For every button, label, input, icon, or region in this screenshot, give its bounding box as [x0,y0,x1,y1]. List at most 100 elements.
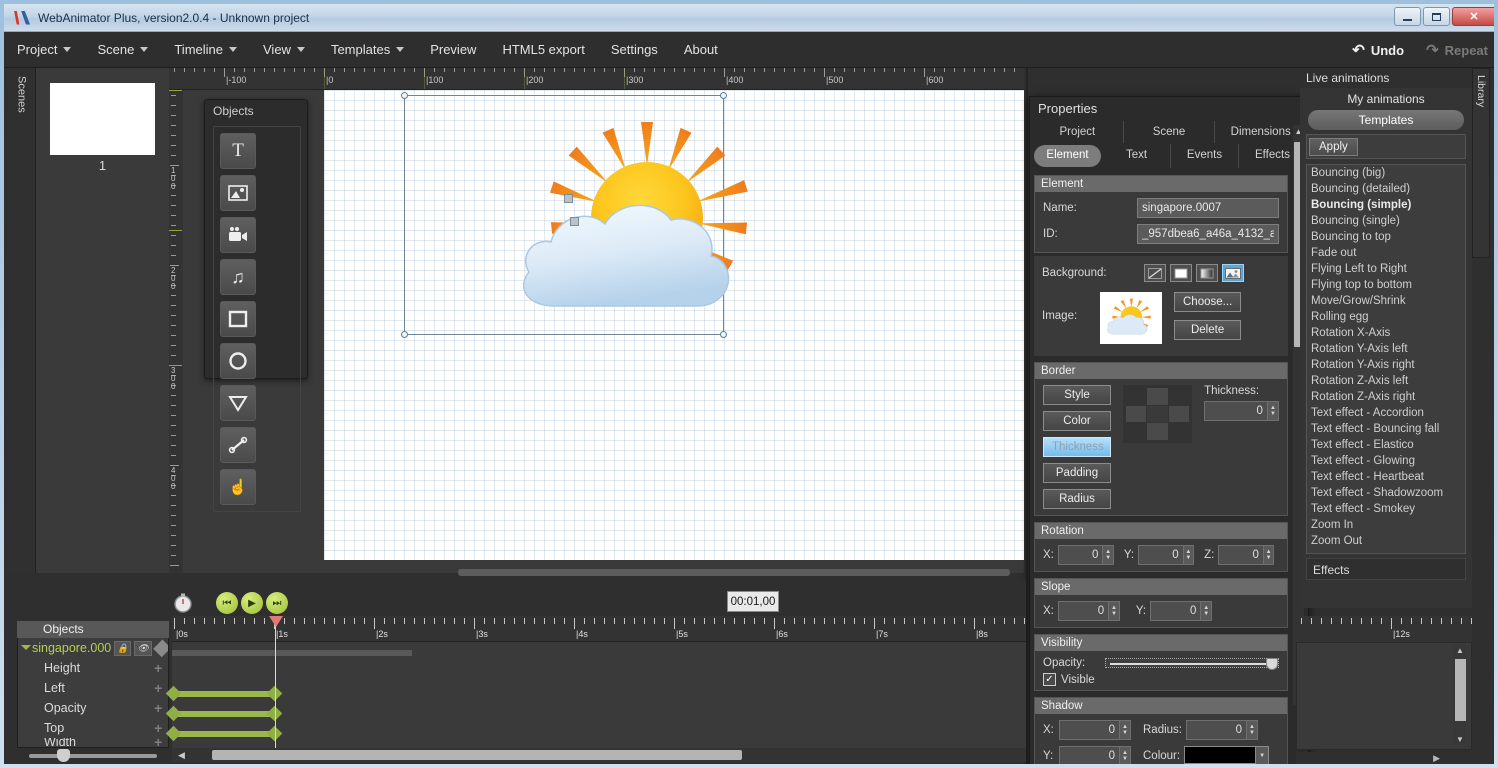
menu-html5-export[interactable]: HTML5 export [489,32,597,68]
animations-list[interactable]: Bouncing (big) Bouncing (detailed) Bouncin… [1306,164,1466,554]
scroll-up-icon[interactable]: ▲ [1456,646,1464,655]
delete-image-button[interactable]: Delete [1174,320,1242,340]
border-radius-button[interactable]: Radius [1043,489,1111,509]
thickness-input[interactable] [1205,402,1267,420]
animation-item[interactable]: Text effect - Elastico [1307,437,1465,453]
go-to-end-button[interactable]: ⏭ [266,592,288,614]
menu-preview[interactable]: Preview [417,32,489,68]
menu-settings[interactable]: Settings [598,32,671,68]
animation-item[interactable]: Bouncing to top [1307,229,1465,245]
audio-tool-button[interactable]: ♫ [220,259,256,295]
canvas-viewport[interactable] [183,90,1024,573]
animation-item[interactable]: Move/Grow/Shrink [1307,293,1465,309]
track-row-left[interactable]: Left + [18,678,168,698]
repeat-button[interactable]: ↷ Repeat [1426,41,1488,59]
maximize-button[interactable] [1423,7,1450,26]
add-keyframe-icon[interactable]: + [154,680,162,696]
add-keyframe-icon[interactable]: + [154,720,162,736]
canvas-page[interactable] [324,90,1024,560]
menu-timeline[interactable]: Timeline [161,32,250,68]
animation-item[interactable]: Zoom Out [1307,533,1465,549]
animation-item[interactable]: Fade out [1307,245,1465,261]
templates-button[interactable]: Templates [1308,110,1464,130]
timeline-tracks-area[interactable] [165,642,1026,748]
animation-item[interactable]: Zoom In [1307,517,1465,533]
timeline-track-left[interactable] [174,691,274,697]
resize-handle-nw[interactable] [401,92,408,99]
close-button[interactable]: ✕ [1452,7,1494,26]
timeline-track-top[interactable] [174,731,274,737]
slope-y-stepper[interactable]: ▲▼ [1150,601,1213,621]
library-tab[interactable]: Library [1472,68,1490,258]
scroll-down-icon[interactable]: ▼ [1456,735,1464,744]
tab-element[interactable]: Element [1034,145,1101,167]
triangle-tool-button[interactable] [220,385,256,421]
video-tool-button[interactable] [220,217,256,253]
animation-item[interactable]: Text effect - Smokey [1307,501,1465,517]
inner-handle-1[interactable] [564,194,573,203]
choose-image-button[interactable]: Choose... [1174,292,1242,312]
scrollbar-thumb[interactable] [212,750,742,760]
right-timeline-body[interactable]: ▲ ▼ [1296,642,1472,750]
shadow-colour-dropdown[interactable]: ▼ [1256,746,1270,764]
animation-item[interactable]: Bouncing (big) [1307,165,1465,181]
element-id-input[interactable] [1137,224,1279,244]
timeline-track-object[interactable] [172,650,412,656]
animation-item[interactable]: Rotation Z-Axis left [1307,373,1465,389]
animation-item[interactable]: Bouncing (simple) [1307,197,1465,213]
track-row-height[interactable]: Height + [18,658,168,678]
scroll-left-icon[interactable]: ◀ [178,750,185,761]
my-animations-button[interactable]: My animations [1300,88,1472,110]
scroll-right-icon[interactable]: ▶ [1433,753,1440,764]
element-name-input[interactable] [1137,198,1279,218]
rotation-x-input[interactable] [1058,546,1103,564]
line-tool-button[interactable] [220,427,256,463]
border-right-cell[interactable] [1168,405,1190,423]
track-row-singapore[interactable]: singapore.000 🔒 👁 [18,638,168,658]
thickness-spin[interactable]: ▲ ▼ [1266,402,1278,420]
ellipse-tool-button[interactable] [220,343,256,379]
menu-view[interactable]: View [250,32,318,68]
shadow-colour-swatch[interactable] [1184,746,1257,764]
tab-scene[interactable]: Scene [1124,121,1216,143]
opacity-slider[interactable] [1105,658,1279,670]
add-keyframe-icon[interactable]: + [154,700,162,716]
background-image-button[interactable] [1222,264,1244,282]
shadow-radius-stepper[interactable]: ▲▼ [1186,720,1258,740]
rotation-y-stepper[interactable]: ▲▼ [1138,545,1195,565]
animation-item[interactable]: Text effect - Shadowzoom [1307,485,1465,501]
rotation-z-stepper[interactable]: ▲▼ [1218,545,1275,565]
animation-item[interactable]: Flying top to bottom [1307,277,1465,293]
scenes-tab[interactable]: Scenes [8,68,36,573]
zoom-slider-knob[interactable] [57,749,70,762]
scene-thumbnail-1[interactable] [50,83,155,155]
stopwatch-icon[interactable] [172,592,194,614]
track-row-top[interactable]: Top + [18,718,168,738]
track-row-opacity[interactable]: Opacity + [18,698,168,718]
hand-tool-button[interactable]: ☝ [220,469,256,505]
menu-about[interactable]: About [671,32,731,68]
shadow-y-input[interactable] [1060,747,1119,764]
resize-handle-ne[interactable] [720,92,727,99]
animation-item[interactable]: Rotation X-Axis [1307,325,1465,341]
menu-project[interactable]: Project [4,32,84,68]
tab-text[interactable]: Text [1103,144,1171,168]
animation-item[interactable]: Text effect - Heartbeat [1307,469,1465,485]
canvas-horizontal-scrollbar[interactable] [183,568,1024,578]
background-gradient-button[interactable] [1196,264,1218,282]
shadow-x-input[interactable] [1060,721,1119,739]
shadow-radius-input[interactable] [1187,721,1246,739]
tab-events[interactable]: Events [1171,144,1239,168]
background-none-button[interactable] [1144,264,1166,282]
rotation-y-input[interactable] [1139,546,1183,564]
thickness-stepper[interactable]: ▲▼ [1204,401,1279,421]
shadow-y-stepper[interactable]: ▲▼ [1059,746,1131,764]
timecode-display[interactable]: 00:01,00 [727,591,779,612]
border-top-cell[interactable] [1147,388,1168,405]
inner-handle-2[interactable] [570,217,579,226]
timeline-ruler[interactable]: |0s |1s |2s |3s |4s |5s |6s |7s |8s [172,616,1026,642]
animation-item[interactable]: Rotation Z-Axis right [1307,389,1465,405]
visible-checkbox[interactable]: ✓ [1043,673,1056,686]
timeline-horizontal-scrollbar[interactable]: ◀ [172,748,1026,762]
animation-item[interactable]: Rolling egg [1307,309,1465,325]
